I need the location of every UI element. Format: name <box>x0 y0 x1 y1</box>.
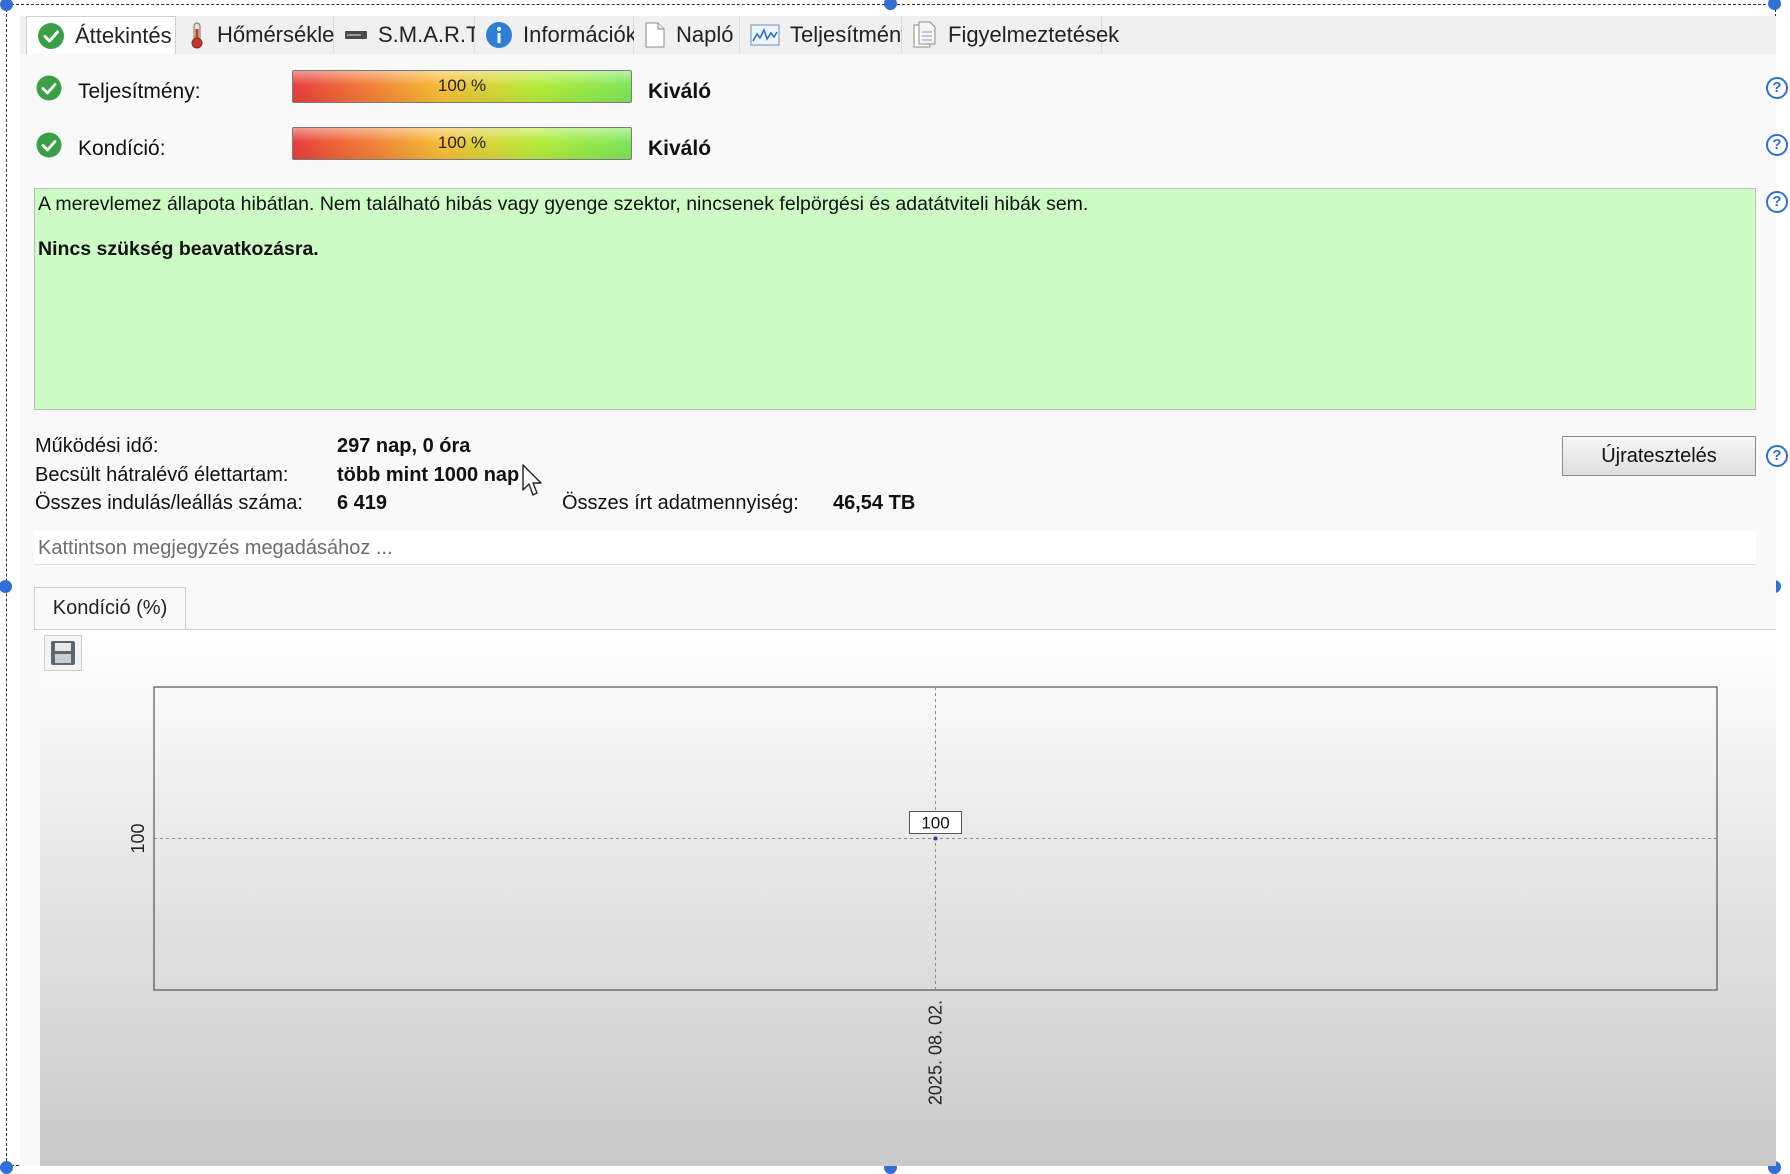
x-tick-label: 2025. 08. 02. <box>926 1000 946 1105</box>
condition-chart: 100 2025. 08. 02. 100 <box>128 686 1718 1105</box>
data-point <box>933 836 938 841</box>
y-tick-label: 100 <box>128 823 148 853</box>
data-label: 100 <box>921 814 949 833</box>
